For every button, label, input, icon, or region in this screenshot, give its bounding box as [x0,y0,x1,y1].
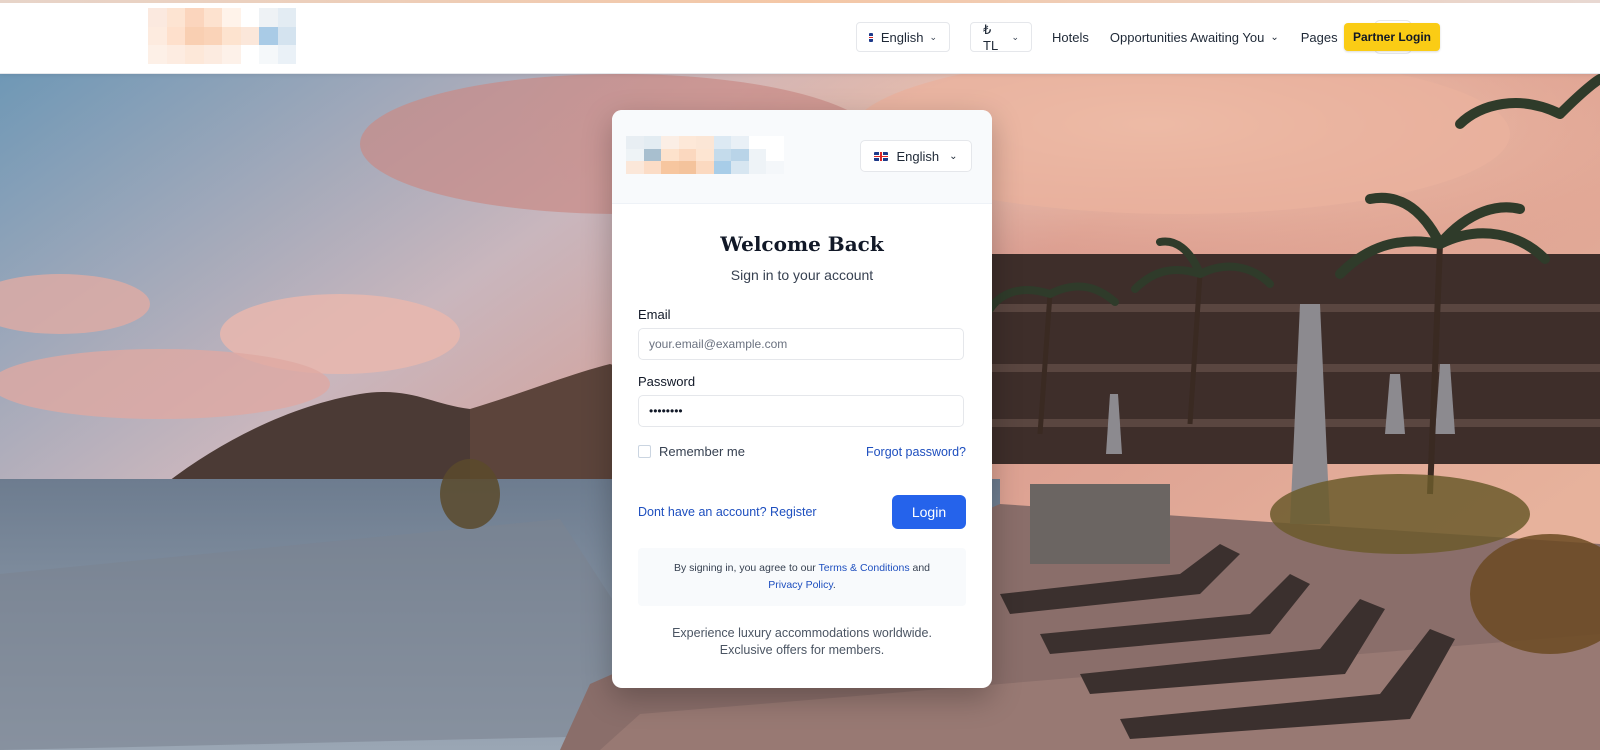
top-navigation: English ⌄ ₺ TL ⌄ Hotels Opportunities Aw… [0,0,1600,74]
login-card: English ⌄ Welcome Back Sign in to your a… [612,110,992,688]
remember-label: Remember me [659,444,745,459]
terms-and: and [912,562,931,574]
privacy-link[interactable]: Privacy Policy [768,579,833,591]
terms-link[interactable]: Terms & Conditions [819,562,910,574]
chevron-down-icon: ⌄ [929,31,938,42]
uk-flag-icon [874,151,889,161]
email-label: Email [638,307,671,322]
chevron-down-icon: ⌄ [949,150,958,162]
nav-link-opportunities[interactable]: Opportunities Awaiting You ⌄ [1110,30,1279,45]
chevron-down-icon: ⌄ [1270,31,1279,43]
remember-row: Remember me Forgot password? [638,444,966,459]
site-logo[interactable] [148,8,296,64]
card-language-selector[interactable]: English ⌄ [860,140,972,172]
nav-link-hotels[interactable]: Hotels [1052,30,1089,45]
uk-flag-icon [869,32,873,42]
partner-login-button[interactable]: Partner Login [1344,23,1440,51]
nav-hotels-label: Hotels [1052,29,1089,45]
login-form: Welcome Back Sign in to your account Ema… [612,232,992,659]
remember-me[interactable]: Remember me [638,444,745,459]
email-field[interactable] [638,328,964,360]
terms-prefix: By signing in, you agree to our [673,562,816,574]
forgot-password-link[interactable]: Forgot password? [866,445,966,459]
actions-row: Dont have an account? Register Login [638,495,966,529]
tagline: Experience luxury accommodations worldwi… [672,626,932,657]
remember-checkbox[interactable] [638,445,651,458]
language-label: English [880,29,924,45]
nav-pages-label: Pages [1300,29,1338,45]
login-card-header: English ⌄ [612,110,992,204]
password-label: Password [638,374,696,389]
nav-menu: English ⌄ ₺ TL ⌄ Hotels Opportunities Aw… [856,20,1412,54]
nav-opportunities-label: Opportunities Awaiting You [1109,29,1265,45]
card-language-label: English [896,148,940,164]
card-logo [626,136,784,174]
login-subtitle: Sign in to your account [730,267,874,283]
login-button[interactable]: Login [892,495,966,529]
register-link[interactable]: Dont have an account? Register [638,505,817,519]
currency-label: ₺ TL [983,21,999,53]
login-title: Welcome Back [720,232,884,256]
password-field[interactable] [638,395,964,427]
chevron-down-icon: ⌄ [1011,31,1020,42]
currency-selector[interactable]: ₺ TL ⌄ [970,21,1033,53]
terms-suffix: . [832,579,836,591]
terms-notice: By signing in, you agree to our Terms & … [638,548,966,606]
language-selector[interactable]: English ⌄ [856,22,951,52]
